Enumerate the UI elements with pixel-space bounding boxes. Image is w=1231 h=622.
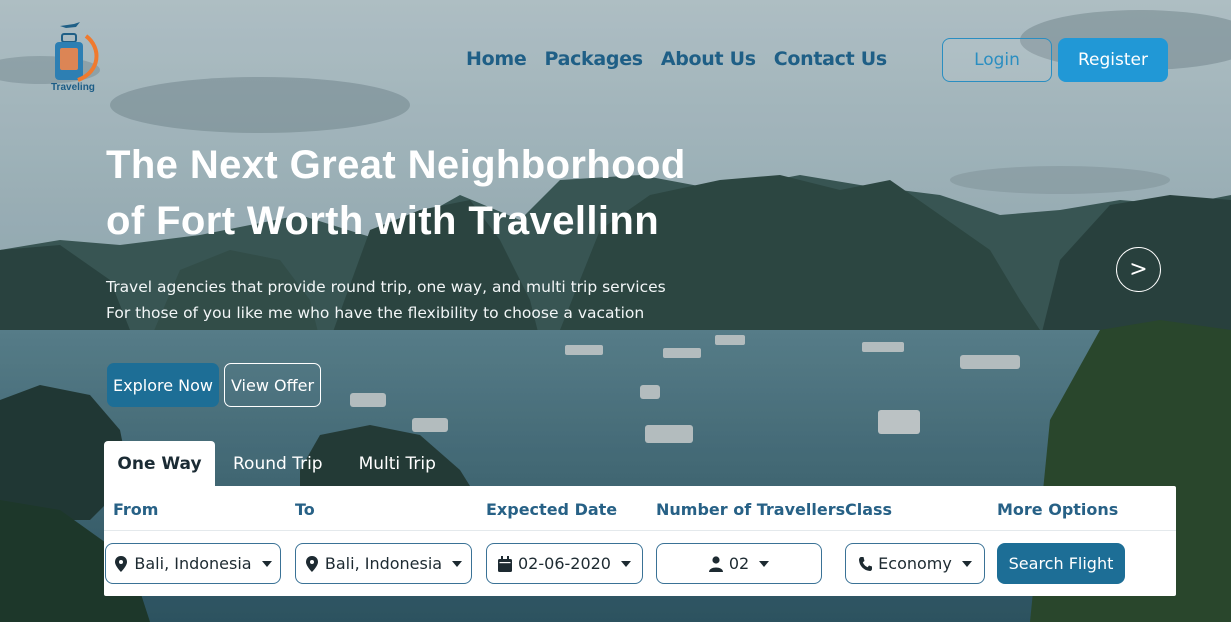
from-select[interactable]: Bali, Indonesia xyxy=(105,543,281,584)
more-options-label: More Options xyxy=(997,500,1119,519)
date-value: 02-06-2020 xyxy=(518,554,611,573)
class-label: Class xyxy=(845,500,893,519)
hero-title-line-2: of Fort Worth with Travellinn xyxy=(106,199,660,243)
class-value: Economy xyxy=(878,554,952,573)
chevron-right-icon: > xyxy=(1129,257,1148,282)
register-button[interactable]: Register xyxy=(1058,38,1168,82)
from-value: Bali, Indonesia xyxy=(134,554,252,573)
login-button[interactable]: Login xyxy=(942,38,1052,82)
chevron-down-icon xyxy=(620,560,631,567)
main-nav: Home Packages About Us Contact Us xyxy=(466,48,887,70)
nav-packages[interactable]: Packages xyxy=(544,48,643,70)
nav-home[interactable]: Home xyxy=(466,48,527,70)
calendar-icon xyxy=(498,555,512,572)
trip-type-tabs: One Way Round Trip Multi Trip xyxy=(104,441,454,486)
expected-date-label: Expected Date xyxy=(486,500,618,519)
hero-subtitle-line-1: Travel agencies that provide round trip,… xyxy=(106,278,666,296)
to-label: To xyxy=(295,500,315,519)
travellers-label: Number of Travellers xyxy=(656,500,846,519)
class-select[interactable]: Economy xyxy=(845,543,985,584)
tab-round-trip[interactable]: Round Trip xyxy=(215,441,341,486)
hero-subtitle-line-2: For those of you like me who have the fl… xyxy=(106,304,645,322)
tab-multi-trip[interactable]: Multi Trip xyxy=(341,441,454,486)
phone-icon xyxy=(859,556,873,571)
user-icon xyxy=(708,555,723,572)
travellers-select[interactable]: 02 xyxy=(656,543,822,584)
date-select[interactable]: 02-06-2020 xyxy=(486,543,643,584)
nav-about-us[interactable]: About Us xyxy=(661,48,756,70)
travellers-value: 02 xyxy=(728,554,750,573)
brand-name: Traveling xyxy=(51,82,95,93)
from-label: From xyxy=(113,500,159,519)
map-pin-icon xyxy=(115,555,128,572)
next-slide-button[interactable]: > xyxy=(1116,247,1161,292)
hero-subtitle: Travel agencies that provide round trip,… xyxy=(106,274,666,326)
search-flight-button[interactable]: Search Flight xyxy=(997,543,1125,584)
explore-now-button[interactable]: Explore Now xyxy=(107,363,219,407)
nav-contact-us[interactable]: Contact Us xyxy=(774,48,887,70)
hero-title-line-1: The Next Great Neighborhood xyxy=(106,143,686,187)
chevron-down-icon xyxy=(961,560,972,567)
chevron-down-icon xyxy=(759,560,770,567)
view-offer-button[interactable]: View Offer xyxy=(224,363,321,407)
to-value: Bali, Indonesia xyxy=(324,554,443,573)
map-pin-icon xyxy=(305,555,318,572)
panel-divider xyxy=(104,530,1176,531)
hero-title: The Next Great Neighborhood of Fort Wort… xyxy=(106,137,866,249)
chevron-down-icon xyxy=(261,560,272,567)
tab-one-way[interactable]: One Way xyxy=(104,441,215,486)
to-select[interactable]: Bali, Indonesia xyxy=(295,543,472,584)
chevron-down-icon xyxy=(452,560,463,567)
flight-search-panel: From To Expected Date Number of Travelle… xyxy=(104,486,1176,596)
